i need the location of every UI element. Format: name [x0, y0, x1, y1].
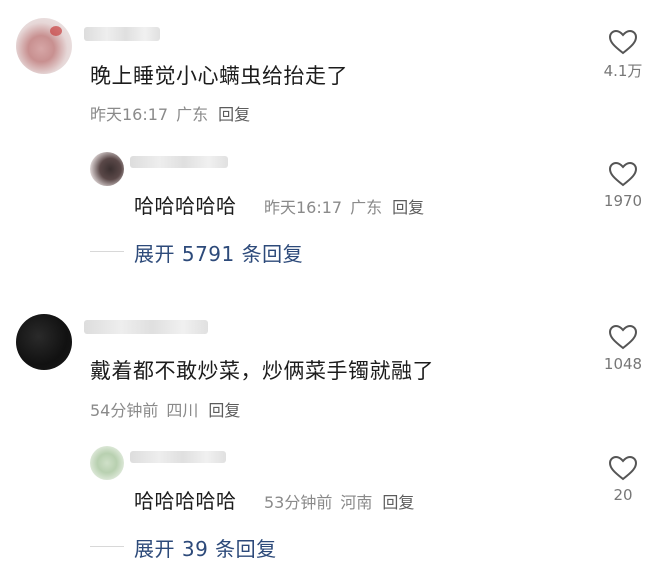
like-count: 1048 [603, 355, 643, 373]
reply-location: 河南 [340, 493, 373, 512]
avatar[interactable] [16, 18, 72, 74]
username[interactable] [84, 320, 208, 334]
like-button[interactable]: 4.1万 [593, 29, 653, 81]
like-count: 1970 [603, 192, 643, 210]
expand-replies-button[interactable]: 展开 5791 条回复 [134, 238, 303, 267]
reply-button[interactable]: 回复 [382, 493, 414, 512]
expand-replies-button[interactable]: 展开 39 条回复 [134, 533, 277, 562]
reply-time: 53分钟前 [264, 493, 333, 512]
username[interactable] [84, 27, 160, 41]
reply-text: 哈哈哈哈哈 [134, 489, 237, 513]
avatar[interactable] [90, 446, 124, 480]
comment-location: 四川 [166, 401, 199, 420]
heart-outline-icon [608, 324, 638, 350]
comment-time: 昨天16:17 [90, 105, 169, 124]
comment-meta: 昨天16:17 广东 回复 [90, 101, 250, 125]
expand-divider [90, 251, 124, 252]
username[interactable] [130, 451, 226, 463]
reply-text: 哈哈哈哈哈 [134, 194, 237, 218]
comment-time: 54分钟前 [90, 401, 159, 420]
comment-text: 戴着都不敢炒菜，炒俩菜手镯就融了 [90, 359, 434, 383]
like-button[interactable]: 1970 [593, 161, 653, 210]
reply-location: 广东 [350, 198, 383, 217]
heart-outline-icon [608, 161, 638, 187]
reply-button[interactable]: 回复 [208, 401, 240, 420]
avatar[interactable] [16, 314, 72, 370]
heart-outline-icon [608, 29, 638, 55]
comment-text: 晚上睡觉小心螨虫给抬走了 [90, 64, 348, 88]
reply-meta: 昨天16:17 广东 回复 [264, 194, 424, 218]
username[interactable] [130, 156, 228, 168]
heart-outline-icon [608, 455, 638, 481]
comment-meta: 54分钟前 四川 回复 [90, 397, 240, 421]
expand-divider [90, 546, 124, 547]
like-button[interactable]: 20 [593, 455, 653, 504]
reply-meta: 53分钟前 河南 回复 [264, 489, 414, 513]
avatar[interactable] [90, 152, 124, 186]
reply-time: 昨天16:17 [264, 198, 343, 217]
reply-button[interactable]: 回复 [392, 198, 424, 217]
like-count: 4.1万 [603, 62, 643, 80]
like-count: 20 [613, 486, 633, 504]
like-button[interactable]: 1048 [593, 324, 653, 373]
comment-location: 广东 [176, 105, 209, 124]
reply-button[interactable]: 回复 [218, 105, 250, 124]
